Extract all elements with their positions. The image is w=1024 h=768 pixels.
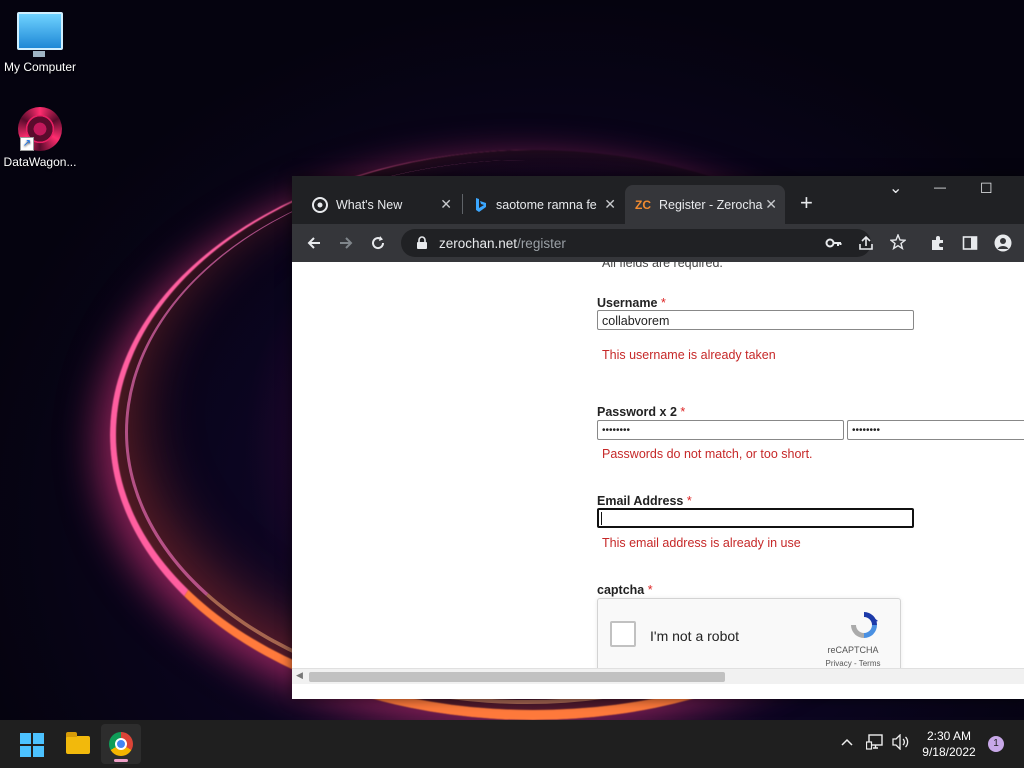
extensions-icon[interactable] bbox=[930, 235, 946, 251]
recaptcha-links[interactable]: Privacy - Terms bbox=[818, 659, 888, 668]
reload-icon[interactable] bbox=[370, 235, 386, 251]
tab-search-icon[interactable]: ⌄ bbox=[889, 178, 902, 198]
new-tab-button[interactable]: + bbox=[800, 190, 813, 216]
folder-icon bbox=[66, 732, 90, 754]
clock-time: 2:30 AM bbox=[926, 729, 972, 743]
close-tab-icon[interactable]: ✕ bbox=[440, 196, 452, 213]
text-caret bbox=[601, 512, 602, 525]
start-icon[interactable] bbox=[20, 733, 44, 757]
email-input[interactable] bbox=[597, 508, 914, 528]
recaptcha-checkbox[interactable] bbox=[610, 621, 636, 647]
desktop-icon-label: DataWagon... bbox=[3, 155, 77, 169]
network-icon[interactable] bbox=[866, 734, 884, 750]
zerochan-icon: ZC bbox=[635, 197, 651, 212]
volume-icon[interactable] bbox=[892, 734, 910, 750]
tab-strip: What's New ✕ saotome ramna fe ✕ ZC Regis… bbox=[292, 176, 1024, 224]
scrollbar-thumb[interactable] bbox=[309, 672, 725, 682]
tab-title: Register - Zerocha bbox=[659, 197, 763, 212]
star-icon[interactable] bbox=[890, 234, 906, 250]
chrome-taskbar-button[interactable] bbox=[101, 724, 141, 764]
recaptcha-logo-icon bbox=[851, 612, 878, 638]
key-icon[interactable] bbox=[825, 235, 843, 251]
side-panel-icon[interactable] bbox=[962, 235, 978, 251]
close-tab-icon[interactable]: ✕ bbox=[765, 196, 777, 213]
datawagon-icon: ↗ bbox=[18, 107, 62, 151]
recaptcha-widget: I'm not a robot reCAPTCHA Privacy - Term… bbox=[597, 598, 901, 676]
desktop-icon-datawagon[interactable]: ↗ DataWagon... bbox=[0, 107, 80, 169]
password-input[interactable]: •••••••• bbox=[597, 420, 844, 440]
desktop-icon-label: My Computer bbox=[3, 60, 77, 74]
page-content: All fields are required. Username * coll… bbox=[292, 262, 1024, 684]
notification-badge[interactable]: 1 bbox=[988, 736, 1004, 752]
chrome-icon bbox=[312, 196, 328, 213]
computer-icon bbox=[17, 12, 63, 57]
recaptcha-brand: reCAPTCHA bbox=[827, 645, 879, 655]
tab-whats-new[interactable]: What's New ✕ bbox=[300, 185, 460, 224]
scroll-left-icon[interactable]: ◀ bbox=[296, 670, 303, 681]
address-bar[interactable]: zerochan.net/register bbox=[401, 229, 871, 257]
forward-icon[interactable] bbox=[338, 235, 354, 251]
tab-title: What's New bbox=[336, 197, 403, 212]
taskbar: 2:30 AM 9/18/2022 1 bbox=[0, 720, 1024, 768]
desktop-icon-my-computer[interactable]: My Computer bbox=[0, 12, 80, 74]
close-tab-icon[interactable]: ✕ bbox=[604, 196, 616, 213]
horizontal-scrollbar[interactable]: ◀ bbox=[292, 668, 1024, 684]
required-note: All fields are required. bbox=[602, 262, 723, 270]
email-error: This email address is already in use bbox=[602, 536, 801, 550]
tab-bing-search[interactable]: saotome ramna fe ✕ bbox=[464, 185, 624, 224]
username-input[interactable]: collabvorem bbox=[597, 310, 914, 330]
password-label: Password x 2 * bbox=[597, 405, 686, 419]
chrome-icon bbox=[109, 732, 133, 756]
browser-toolbar: zerochan.net/register bbox=[292, 224, 1024, 262]
clock-date: 9/18/2022 bbox=[922, 745, 976, 759]
tab-title: saotome ramna fe bbox=[496, 197, 597, 212]
back-icon[interactable] bbox=[306, 235, 322, 251]
profile-icon[interactable] bbox=[994, 234, 1012, 252]
bing-icon bbox=[476, 197, 486, 212]
tab-register-zerochan[interactable]: ZC Register - Zerocha ✕ bbox=[625, 185, 785, 224]
clock[interactable]: 2:30 AM 9/18/2022 bbox=[918, 728, 980, 760]
share-icon[interactable] bbox=[858, 235, 874, 251]
shortcut-arrow-icon: ↗ bbox=[20, 137, 34, 151]
email-label: Email Address * bbox=[597, 494, 692, 508]
password-confirm-input[interactable]: •••••••• bbox=[847, 420, 1024, 440]
show-hidden-icons-chevron-icon[interactable] bbox=[841, 738, 853, 746]
username-error: This username is already taken bbox=[602, 348, 776, 362]
minimize-button[interactable]: — bbox=[934, 180, 946, 194]
browser-window: What's New ✕ saotome ramna fe ✕ ZC Regis… bbox=[292, 176, 1024, 699]
running-indicator bbox=[114, 759, 128, 762]
recaptcha-checkbox-label: I'm not a robot bbox=[650, 628, 740, 644]
lock-icon[interactable] bbox=[415, 236, 429, 250]
username-label: Username * bbox=[597, 296, 666, 310]
maximize-button[interactable]: ☐ bbox=[980, 180, 993, 197]
captcha-label: captcha * bbox=[597, 583, 653, 597]
file-explorer-button[interactable] bbox=[58, 724, 98, 764]
url-text: zerochan.net/register bbox=[439, 235, 566, 251]
tab-separator bbox=[462, 194, 463, 214]
password-error: Passwords do not match, or too short. bbox=[602, 447, 813, 461]
